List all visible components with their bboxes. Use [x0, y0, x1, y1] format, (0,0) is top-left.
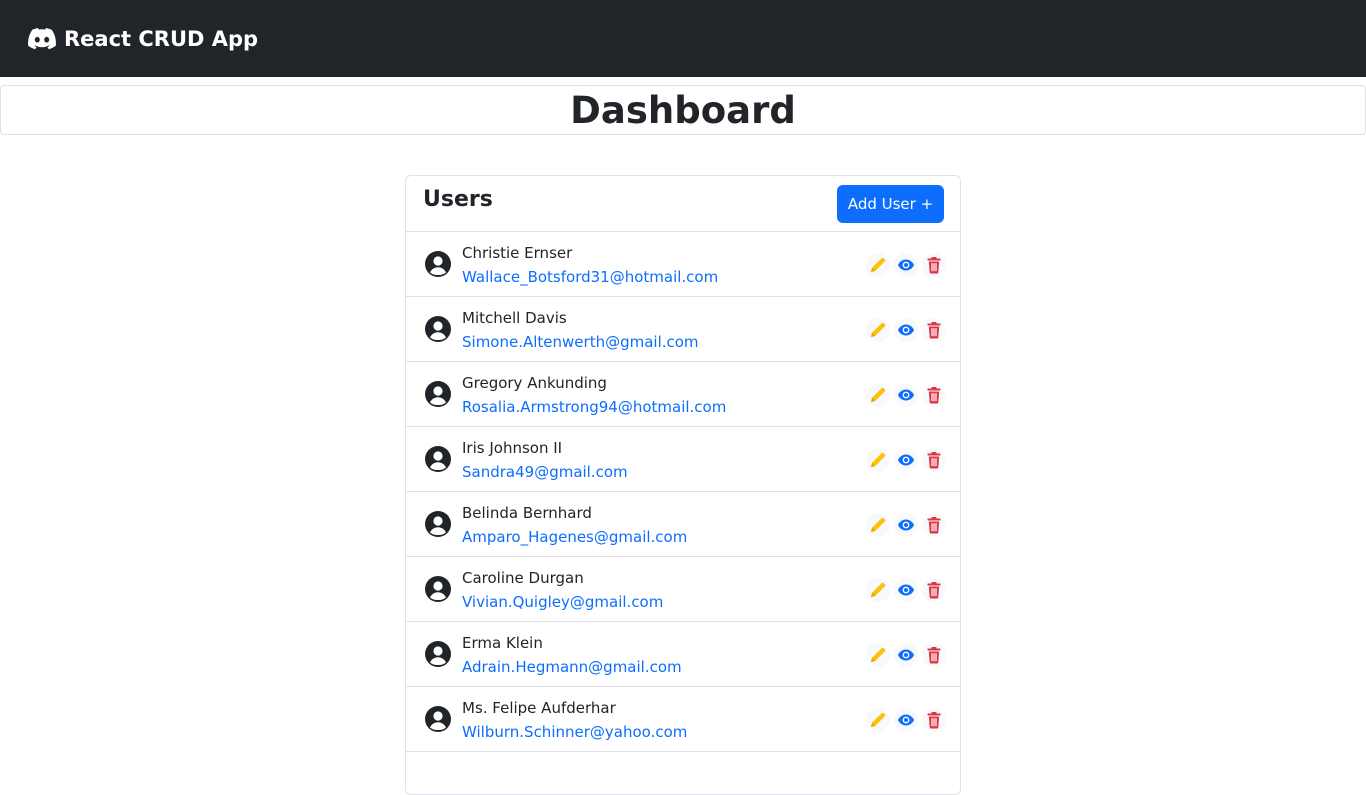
user-circle-icon	[425, 316, 451, 342]
user-email-link[interactable]: Wallace_Botsford31@hotmail.com	[462, 268, 718, 286]
view-user-button[interactable]	[894, 253, 918, 277]
user-circle-icon	[425, 576, 451, 602]
trash-icon	[925, 711, 943, 729]
user-circle-icon	[425, 706, 451, 732]
pencil-icon	[869, 646, 887, 664]
trash-icon	[925, 581, 943, 599]
delete-user-button[interactable]	[922, 448, 946, 472]
user-email-link[interactable]: Adrain.Hegmann@gmail.com	[462, 658, 682, 676]
user-email-link[interactable]: Wilburn.Schinner@yahoo.com	[462, 723, 687, 741]
user-circle-icon	[425, 641, 451, 667]
trash-icon	[925, 321, 943, 339]
delete-user-button[interactable]	[922, 513, 946, 537]
users-card-header: Users Add User +	[406, 176, 960, 232]
user-row: Ms. Felipe Aufderhar Wilburn.Schinner@yah…	[406, 687, 960, 752]
edit-user-button[interactable]	[866, 318, 890, 342]
page-title: Dashboard	[570, 88, 796, 132]
delete-user-button[interactable]	[922, 253, 946, 277]
pencil-icon	[869, 581, 887, 599]
user-row: Gregory Ankunding Rosalia.Armstrong94@hot…	[406, 362, 960, 427]
user-circle-icon	[425, 381, 451, 407]
eye-icon	[897, 386, 915, 404]
pencil-icon	[869, 516, 887, 534]
edit-user-button[interactable]	[866, 708, 890, 732]
view-user-button[interactable]	[894, 708, 918, 732]
eye-icon	[897, 321, 915, 339]
page-title-box: Dashboard	[0, 85, 1366, 135]
user-email-link[interactable]: Sandra49@gmail.com	[462, 463, 628, 481]
user-email-link[interactable]: Amparo_Hagenes@gmail.com	[462, 528, 687, 546]
view-user-button[interactable]	[894, 318, 918, 342]
user-email-link[interactable]: Rosalia.Armstrong94@hotmail.com	[462, 398, 726, 416]
edit-user-button[interactable]	[866, 578, 890, 602]
user-name: Mitchell Davis	[462, 309, 567, 327]
user-row: Christie Ernser Wallace_Botsford31@hotmai…	[406, 232, 960, 297]
users-card: Users Add User + Christie Ernser Wallace_…	[405, 175, 961, 795]
user-name: Erma Klein	[462, 634, 543, 652]
users-card-title: Users	[423, 187, 493, 212]
eye-icon	[897, 711, 915, 729]
delete-user-button[interactable]	[922, 708, 946, 732]
view-user-button[interactable]	[894, 643, 918, 667]
top-navbar: React CRUD App	[0, 0, 1366, 77]
brand-label: React CRUD App	[64, 26, 259, 51]
pencil-icon	[869, 711, 887, 729]
delete-user-button[interactable]	[922, 578, 946, 602]
trash-icon	[925, 516, 943, 534]
trash-icon	[925, 646, 943, 664]
user-name: Belinda Bernhard	[462, 504, 592, 522]
user-list: Christie Ernser Wallace_Botsford31@hotmai…	[406, 232, 960, 752]
eye-icon	[897, 581, 915, 599]
eye-icon	[897, 646, 915, 664]
user-name: Gregory Ankunding	[462, 374, 607, 392]
pencil-icon	[869, 386, 887, 404]
edit-user-button[interactable]	[866, 448, 890, 472]
brand-link[interactable]: React CRUD App	[28, 27, 258, 51]
eye-icon	[897, 256, 915, 274]
pencil-icon	[869, 321, 887, 339]
user-circle-icon	[425, 251, 451, 277]
user-name: Iris Johnson II	[462, 439, 563, 457]
edit-user-button[interactable]	[866, 643, 890, 667]
user-name: Christie Ernser	[462, 244, 573, 262]
delete-user-button[interactable]	[922, 318, 946, 342]
user-row: Iris Johnson II Sandra49@gmail.com	[406, 427, 960, 492]
user-name: Caroline Durgan	[462, 569, 584, 587]
discord-icon	[28, 27, 56, 50]
edit-user-button[interactable]	[866, 383, 890, 407]
edit-user-button[interactable]	[866, 253, 890, 277]
user-email-link[interactable]: Simone.Altenwerth@gmail.com	[462, 333, 699, 351]
user-email-link[interactable]: Vivian.Quigley@gmail.com	[462, 593, 663, 611]
user-row: Erma Klein Adrain.Hegmann@gmail.com	[406, 622, 960, 687]
eye-icon	[897, 451, 915, 469]
add-user-button[interactable]: Add User +	[837, 185, 944, 223]
delete-user-button[interactable]	[922, 383, 946, 407]
user-row: Belinda Bernhard Amparo_Hagenes@gmail.com	[406, 492, 960, 557]
user-name: Ms. Felipe Aufderhar	[462, 699, 616, 717]
pencil-icon	[869, 256, 887, 274]
trash-icon	[925, 386, 943, 404]
view-user-button[interactable]	[894, 383, 918, 407]
view-user-button[interactable]	[894, 513, 918, 537]
trash-icon	[925, 256, 943, 274]
delete-user-button[interactable]	[922, 643, 946, 667]
edit-user-button[interactable]	[866, 513, 890, 537]
pencil-icon	[869, 451, 887, 469]
trash-icon	[925, 451, 943, 469]
user-row: Mitchell Davis Simone.Altenwerth@gmail.co…	[406, 297, 960, 362]
user-circle-icon	[425, 446, 451, 472]
view-user-button[interactable]	[894, 578, 918, 602]
eye-icon	[897, 516, 915, 534]
user-circle-icon	[425, 511, 451, 537]
view-user-button[interactable]	[894, 448, 918, 472]
user-row: Caroline Durgan Vivian.Quigley@gmail.com	[406, 557, 960, 622]
